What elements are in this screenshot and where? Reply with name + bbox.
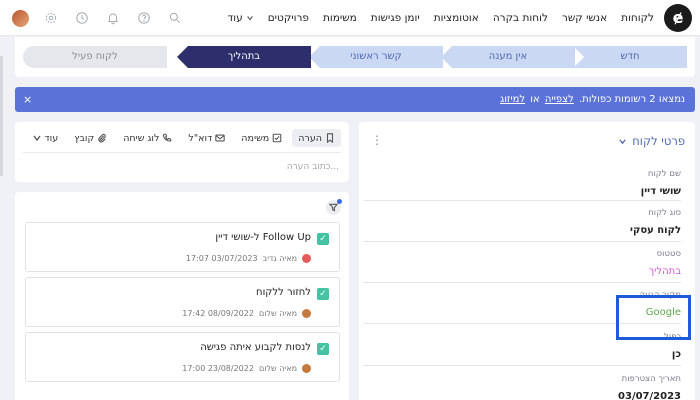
nav-link-projects[interactable]: פרויקטים	[268, 12, 309, 24]
user-avatar	[302, 254, 311, 263]
task-time: 17:00 23/08/2022	[182, 364, 254, 373]
task-title: לנסות לקבוע איתה פגישה	[200, 342, 311, 353]
pipeline-stages: חדש אין מענה קשר ראשוני בתהליך לקוח פעיל	[15, 37, 695, 77]
task-time: 17:07 03/07/2023	[185, 254, 258, 263]
task-card[interactable]: ✓ לחזור ללקוח מאיה שלום 17:42 08/09/2022	[25, 277, 340, 327]
task-meta: מאיה גדיב 17:07 03/07/2023	[186, 254, 311, 263]
search-icon[interactable]	[166, 9, 184, 27]
paperclip-icon	[98, 133, 106, 143]
filter-active-dot	[337, 199, 342, 204]
nav-link-dashboards[interactable]: לוחות בקרה	[493, 12, 548, 24]
field-value: 03/07/2023	[618, 391, 681, 400]
checkbox-icon	[272, 133, 282, 143]
field-value: כן	[671, 349, 681, 360]
tab-more-label: עוד	[44, 132, 59, 144]
duplicate-field-highlight	[616, 295, 691, 340]
tab-task-label: משימה	[241, 132, 270, 144]
task-title: Follow Up ל-שושי דיין	[215, 232, 311, 243]
tab-file-label: קובץ	[74, 132, 95, 144]
banner-or: או	[530, 94, 540, 105]
field-customer-type[interactable]: סוג לקוח לקוח עסקי	[363, 208, 681, 242]
customer-details-title: פרטי לקוח	[632, 134, 685, 148]
stage-first-contact[interactable]: קשר ראשוני	[309, 46, 443, 68]
stage-in-progress[interactable]: בתהליך	[177, 46, 311, 68]
tab-file[interactable]: קובץ	[68, 129, 113, 147]
view-duplicates-link[interactable]: לצפייה	[545, 94, 574, 105]
checkmark-icon[interactable]: ✓	[317, 343, 329, 355]
side-scroll-indicator	[0, 56, 3, 176]
nav-link-contacts[interactable]: אנשי קשר	[562, 12, 607, 24]
field-customer-name[interactable]: שם לקוח שושי דיין	[363, 169, 681, 201]
tab-note-label: הערה	[298, 132, 322, 144]
user-avatar	[302, 309, 311, 318]
task-card[interactable]: ✓ Follow Up ל-שושי דיין מאיה גדיב 17:07 …	[25, 222, 340, 272]
nav-more-label: עוד	[227, 12, 243, 24]
phone-icon	[163, 133, 172, 142]
field-label: סוג לקוח	[648, 208, 681, 218]
more-options-icon[interactable]: ⋮	[371, 134, 383, 146]
field-join-date[interactable]: תאריך הצטרפות 03/07/2023	[363, 374, 681, 400]
task-meta: מאיה שלום 17:00 23/08/2022	[182, 364, 311, 373]
banner-message: נמצאו 2 רשומות כפולות.	[578, 94, 685, 105]
field-value: שושי דיין	[640, 186, 681, 197]
chevron-down-icon	[246, 16, 253, 21]
chevron-down-icon	[619, 138, 627, 144]
nav-link-customers[interactable]: לקוחות	[621, 12, 654, 24]
user-avatar	[302, 364, 311, 373]
tab-call-log[interactable]: לוג שיחה	[117, 129, 178, 147]
note-input[interactable]: כתוב הערה...	[23, 152, 341, 176]
nav-link-automations[interactable]: אוטומציות	[434, 12, 479, 24]
main-menu: לקוחות אנשי קשר לוחות בקרה אוטומציות יומ…	[228, 0, 654, 36]
tab-email-label: דוא"ל	[188, 132, 213, 144]
checkmark-icon[interactable]: ✓	[317, 288, 329, 300]
chevron-down-icon	[32, 135, 41, 142]
field-status[interactable]: סטטוס בתהליך	[363, 249, 681, 283]
field-label: סטטוס	[656, 249, 681, 259]
banner-text: נמצאו 2 רשומות כפולות. לצפייה או למיזוג	[498, 87, 685, 112]
clock-icon[interactable]	[73, 9, 91, 27]
bookmark-icon	[326, 133, 334, 143]
field-value: לקוח עסקי	[630, 225, 681, 236]
tab-note[interactable]: הערה	[292, 129, 341, 147]
nav-link-tasks[interactable]: משימות	[323, 12, 357, 24]
envelope-icon	[215, 134, 226, 142]
nav-more-dropdown[interactable]: עוד	[228, 12, 254, 24]
tab-email[interactable]: דוא"ל	[182, 129, 231, 147]
app-logo[interactable]: ɇ	[664, 4, 692, 32]
field-label: תאריך הצטרפות	[621, 374, 681, 384]
field-label: שם לקוח	[647, 169, 681, 179]
merge-duplicates-link[interactable]: למיזוג	[500, 94, 525, 105]
task-user: מאיה גדיב	[262, 254, 297, 263]
nav-link-calendar[interactable]: יומן פגישות	[371, 12, 420, 24]
top-navigation: ɇ לקוחות אנשי קשר לוחות בקרה אוטומציות י…	[0, 0, 700, 36]
tab-call-log-label: לוג שיחה	[123, 132, 160, 144]
field-value: בתהליך	[648, 266, 681, 277]
duplicates-banner: נמצאו 2 רשומות כפולות. לצפייה או למיזוג …	[15, 87, 695, 112]
task-meta: מאיה שלום 17:42 08/09/2022	[182, 309, 311, 318]
stage-active-client[interactable]: לקוח פעיל	[23, 46, 167, 68]
stage-new[interactable]: חדש	[573, 46, 687, 68]
task-time: 17:42 08/09/2022	[182, 309, 254, 318]
close-icon[interactable]: ×	[23, 87, 32, 112]
filter-icon[interactable]	[326, 199, 342, 215]
bell-icon[interactable]	[104, 9, 122, 27]
settings-gear-icon[interactable]	[42, 9, 60, 27]
task-user: מאיה שלום	[258, 364, 297, 373]
customer-details-panel: פרטי לקוח ⋮ שם לקוח שושי דיין סוג לקוח ל…	[359, 122, 695, 400]
stage-no-answer[interactable]: אין מענה	[441, 46, 575, 68]
tab-more[interactable]: עוד	[26, 129, 65, 147]
customer-details-header[interactable]: פרטי לקוח	[618, 134, 685, 148]
user-avatar[interactable]	[12, 9, 29, 27]
activity-feed: ✓ Follow Up ל-שושי דיין מאיה גדיב 17:07 …	[15, 192, 349, 400]
checkmark-icon[interactable]: ✓	[317, 233, 329, 245]
header-icons	[12, 0, 184, 36]
task-title: לחזור ללקוח	[256, 287, 311, 298]
activity-composer: הערה משימה דוא"ל לוג שיחה קובץ עוד כתוב …	[15, 122, 349, 182]
task-user: מאיה שלום	[258, 309, 297, 318]
tab-task[interactable]: משימה	[235, 129, 288, 147]
task-card[interactable]: ✓ לנסות לקבוע איתה פגישה מאיה שלום 17:00…	[25, 332, 340, 382]
activity-tabs: הערה משימה דוא"ל לוג שיחה קובץ עוד	[26, 129, 341, 147]
help-icon[interactable]	[135, 9, 153, 27]
